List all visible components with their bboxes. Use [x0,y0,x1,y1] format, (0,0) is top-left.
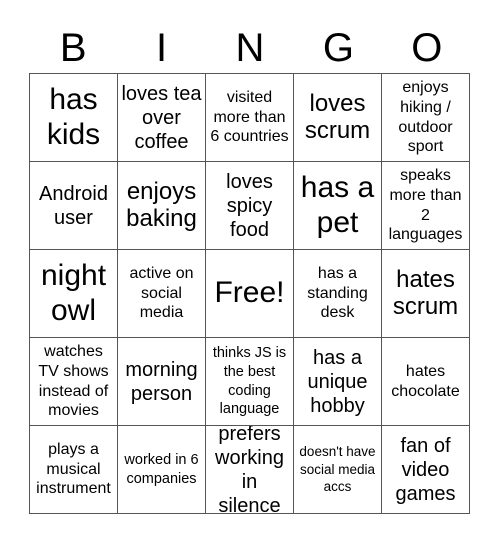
bingo-cell-label: loves spicy food [226,170,273,241]
bingo-cell[interactable]: has a unique hobby [294,338,382,426]
bingo-cell-label: watches TV shows instead of movies [38,343,109,420]
bingo-cell-label: speaks more than 2 languages [388,167,463,244]
bingo-cell-label: hates scrum [392,266,459,320]
bingo-cell[interactable]: morning person [118,338,206,426]
bingo-cell[interactable]: Android user [30,162,118,250]
bingo-cell-label: visited more than 6 countries [210,89,289,146]
bingo-cell-label: doesn't have social media accs [299,444,376,495]
header-letter-b: B [59,26,87,70]
bingo-cell-label: night owl [40,259,107,327]
bingo-cell[interactable]: loves spicy food [206,162,294,250]
bingo-cell[interactable]: has a standing desk [294,250,382,338]
bingo-board: has kids loves tea over coffee visited mor… [29,73,470,514]
bingo-cell-label: fan of video games [395,434,456,505]
bingo-cell[interactable]: watches TV shows instead of movies [30,338,118,426]
bingo-cell-label: worked in 6 companies [124,451,199,487]
bingo-cell-label: morning person [125,358,198,405]
free-space-cell[interactable]: Free! [206,250,294,338]
bingo-cell-label: loves scrum [304,90,371,144]
header-letter-o: O [411,26,443,70]
bingo-cell-label: enjoys hiking / outdoor sport [398,79,453,156]
header-letter-n: N [235,26,265,70]
bingo-cell-label: has kids [46,83,101,151]
bingo-cell[interactable]: doesn't have social media accs [294,426,382,514]
bingo-cell[interactable]: fan of video games [382,426,470,514]
bingo-cell[interactable]: hates chocolate [382,338,470,426]
bingo-cell[interactable]: active on social media [118,250,206,338]
bingo-cell-label: loves tea over coffee [121,82,202,153]
bingo-cell[interactable]: speaks more than 2 languages [382,162,470,250]
bingo-cell-label: thinks JS is the best coding language [212,344,287,418]
bingo-cell[interactable]: has a pet [294,162,382,250]
bingo-cell-label: hates chocolate [391,362,460,400]
header-letter-i: I [156,26,168,70]
bingo-cell[interactable]: hates scrum [382,250,470,338]
bingo-cell-label: has a unique hobby [307,346,368,417]
bingo-cell-label: has a standing desk [307,265,368,322]
bingo-cell-label: Free! [214,276,285,310]
header-letter-g: G [322,26,354,70]
bingo-cell[interactable]: worked in 6 companies [118,426,206,514]
bingo-cell-label: prefers working in silence [215,426,284,514]
bingo-cell[interactable]: night owl [30,250,118,338]
bingo-cell[interactable]: enjoys hiking / outdoor sport [382,74,470,162]
bingo-cell[interactable]: visited more than 6 countries [206,74,294,162]
bingo-cell[interactable]: enjoys baking [118,162,206,250]
bingo-cell[interactable]: prefers working in silence [206,426,294,514]
bingo-cell-label: has a pet [300,171,375,239]
bingo-cell-label: plays a musical instrument [36,441,111,498]
bingo-cell[interactable]: thinks JS is the best coding language [206,338,294,426]
bingo-cell-label: Android user [39,182,108,229]
bingo-cell-label: active on social media [129,265,194,322]
bingo-cell[interactable]: loves tea over coffee [118,74,206,162]
bingo-cell-label: enjoys baking [126,178,197,232]
bingo-cell[interactable]: has kids [30,74,118,162]
bingo-cell[interactable]: loves scrum [294,74,382,162]
bingo-cell[interactable]: plays a musical instrument [30,426,118,514]
bingo-header: B I N G O [29,24,471,72]
